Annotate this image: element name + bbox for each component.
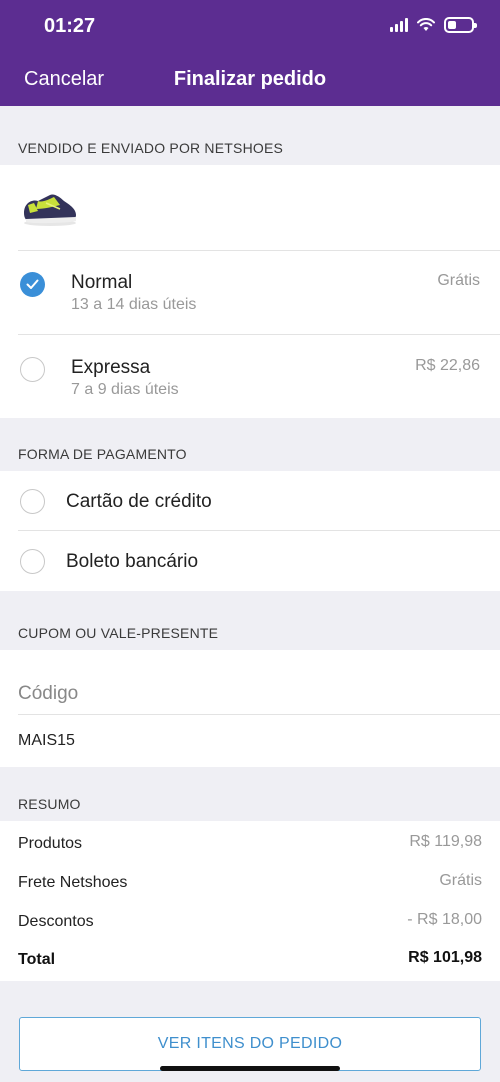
app-header: 01:27 Finalizar pedido Cancelar — [0, 0, 500, 106]
signal-icon — [390, 18, 408, 32]
cancel-button[interactable]: Cancelar — [24, 68, 104, 91]
summary-card: Produtos R$ 119,98 Frete Netshoes Grátis… — [0, 821, 500, 981]
view-order-items-button[interactable]: VER ITENS DO PEDIDO — [19, 1017, 481, 1071]
payment-boleto-label[interactable]: Boleto bancário — [66, 551, 198, 573]
summary-total-value: R$ 101,98 — [408, 949, 482, 966]
wifi-icon — [417, 18, 435, 31]
coupon-card: Código MAIS15 — [0, 650, 500, 767]
summary-total-label: Total — [18, 951, 56, 968]
coupon-code-value[interactable]: MAIS15 — [18, 732, 75, 750]
checkmark-icon — [26, 279, 39, 289]
shipping-normal-eta: 13 a 14 dias úteis — [71, 296, 197, 313]
summary-products-label: Produtos — [18, 835, 83, 852]
coupon-code-input[interactable]: Código — [18, 683, 78, 705]
payment-card: Cartão de crédito Boleto bancário — [0, 471, 500, 591]
payment-credit-card-radio[interactable] — [20, 489, 45, 514]
shipping-express-price: R$ 22,86 — [415, 357, 480, 374]
shipping-express-title[interactable]: Expressa — [71, 357, 150, 379]
payment-section-label: FORMA DE PAGAMENTO — [18, 446, 187, 462]
coupon-section-label: CUPOM OU VALE-PRESENTE — [18, 625, 219, 641]
shipping-normal-price: Grátis — [437, 272, 480, 289]
shipping-express-radio[interactable] — [20, 357, 45, 382]
shipping-normal-title[interactable]: Normal — [71, 272, 132, 294]
home-indicator[interactable] — [160, 1066, 340, 1071]
seller-section-label: VENDIDO E ENVIADO POR NETSHOES — [18, 140, 284, 156]
payment-boleto-radio[interactable] — [20, 549, 45, 574]
summary-discount-label: Descontos — [18, 913, 94, 930]
product-thumbnail[interactable] — [20, 183, 80, 229]
shipping-normal-radio[interactable] — [20, 272, 45, 297]
summary-products-value: R$ 119,98 — [409, 833, 482, 850]
shipping-card: Normal 13 a 14 dias úteis Grátis Express… — [0, 165, 500, 418]
summary-shipping-label: Frete Netshoes — [18, 874, 128, 891]
summary-shipping-value: Grátis — [439, 872, 482, 889]
payment-credit-card-label[interactable]: Cartão de crédito — [66, 491, 212, 513]
summary-section-label: RESUMO — [18, 796, 81, 812]
battery-icon — [444, 17, 477, 33]
status-time: 01:27 — [44, 15, 96, 37]
summary-discount-value: - R$ 18,00 — [407, 911, 482, 928]
shipping-express-eta: 7 a 9 dias úteis — [71, 381, 179, 398]
status-icons — [390, 17, 477, 33]
